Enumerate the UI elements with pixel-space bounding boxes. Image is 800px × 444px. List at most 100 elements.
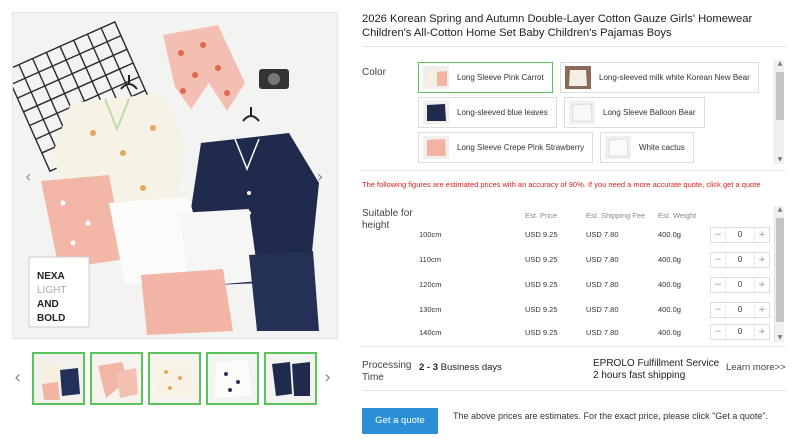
main-product-image: NEXA LIGHT AND BOLD ‹ › (12, 12, 338, 339)
decrement-button[interactable]: − (711, 305, 725, 315)
quantity-input[interactable]: 0 (725, 228, 755, 242)
thumbnail-3[interactable] (148, 352, 201, 405)
get-quote-button[interactable]: Get a quote (362, 408, 438, 434)
scroll-up-icon[interactable]: ▲ (775, 206, 785, 214)
decrement-button[interactable]: − (711, 280, 725, 290)
thumbnail-strip: ‹ › (12, 352, 338, 408)
row-shipping: USD 7.80 (586, 305, 619, 314)
row-weight: 400.0g (658, 328, 681, 337)
divider (362, 170, 786, 171)
color-option-crepe-pink-strawberry[interactable]: Long Sleeve Crepe Pink Strawberry (418, 132, 594, 163)
next-image-button[interactable]: › (317, 169, 323, 185)
increment-button[interactable]: + (755, 327, 769, 337)
row-height: 120cm (419, 280, 442, 289)
row-weight: 400.0g (658, 280, 681, 289)
thumbs-prev-button[interactable]: ‹ (14, 369, 21, 387)
svg-text:AND: AND (37, 299, 59, 310)
row-shipping: USD 7.80 (586, 328, 619, 337)
product-title: 2026 Korean Spring and Autumn Double-Lay… (362, 13, 753, 39)
divider (362, 390, 786, 391)
row-price: USD 9.25 (525, 230, 558, 239)
color-option-balloon-bear[interactable]: Long Sleeve Balloon Bear (564, 97, 705, 128)
row-shipping: USD 7.80 (586, 255, 619, 264)
quantity-stepper[interactable]: − 0 + (710, 324, 770, 340)
row-shipping: USD 7.80 (586, 230, 619, 239)
row-price: USD 9.25 (525, 255, 558, 264)
row-weight: 400.0g (658, 305, 681, 314)
processing-time-label: Processing Time (362, 360, 412, 383)
processing-time-value: 2 - 3 Business days (419, 362, 502, 374)
thumbnail-1-image (34, 354, 83, 403)
option-label: White cactus (639, 143, 685, 152)
estimate-notice: The following figures are estimated pric… (362, 180, 761, 189)
svg-text:LIGHT: LIGHT (37, 285, 66, 296)
row-price: USD 9.25 (525, 305, 558, 314)
decrement-button[interactable]: − (711, 327, 725, 337)
col-header-price: Est. Price (525, 211, 558, 220)
divider (362, 346, 786, 347)
row-weight: 400.0g (658, 230, 681, 239)
increment-button[interactable]: + (755, 230, 769, 240)
decrement-button[interactable]: − (711, 255, 725, 265)
quote-note: The above prices are estimates. For the … (453, 411, 769, 421)
prev-image-button[interactable]: ‹ (25, 169, 31, 185)
quantity-stepper[interactable]: − 0 + (710, 227, 770, 243)
option-thumbnail (423, 101, 449, 124)
quantity-input[interactable]: 0 (725, 278, 755, 292)
increment-button[interactable]: + (755, 255, 769, 265)
height-label: Suitable for height (362, 208, 413, 231)
option-label: Long Sleeve Crepe Pink Strawberry (457, 143, 585, 152)
increment-button[interactable]: + (755, 280, 769, 290)
row-height: 140cm (419, 328, 442, 337)
option-thumbnail (569, 101, 595, 124)
scroll-down-icon[interactable]: ▼ (775, 156, 785, 164)
processing-range: 2 - 3 (419, 362, 439, 373)
decrement-button[interactable]: − (711, 230, 725, 240)
option-label: Long Sleeve Pink Carrot (457, 73, 544, 82)
svg-text:NEXA: NEXA (37, 271, 65, 282)
thumbnail-1[interactable] (32, 352, 85, 405)
color-option-pink-carrot[interactable]: Long Sleeve Pink Carrot (418, 62, 553, 93)
option-label: Long-sleeved blue leaves (457, 108, 548, 117)
thumbnail-5-image (266, 354, 315, 403)
color-options-scrollbar[interactable]: ▲ ▼ (774, 60, 784, 164)
color-option-white-cactus[interactable]: White cactus (600, 132, 694, 163)
learn-more-link[interactable]: Learn more>> (726, 362, 786, 374)
product-photo: NEXA LIGHT AND BOLD (13, 13, 337, 338)
thumbnail-4[interactable] (206, 352, 259, 405)
divider (362, 46, 786, 47)
scroll-down-icon[interactable]: ▼ (775, 334, 785, 342)
thumbnail-4-image (208, 354, 257, 403)
col-header-shipping: Est. Shipping Fee (586, 211, 646, 220)
row-height: 130cm (419, 305, 442, 314)
thumbnail-2-image (92, 354, 141, 403)
thumbs-next-button[interactable]: › (324, 369, 331, 387)
fulfillment-service-name: EPROLO Fulfillment Service (593, 358, 720, 369)
row-price: USD 9.25 (525, 280, 558, 289)
quantity-stepper[interactable]: − 0 + (710, 277, 770, 293)
thumbnail-5[interactable] (264, 352, 317, 405)
quantity-input[interactable]: 0 (725, 325, 755, 339)
quantity-stepper[interactable]: − 0 + (710, 302, 770, 318)
fulfillment-service-desc: 2 hours fast shipping (593, 370, 686, 381)
row-price: USD 9.25 (525, 328, 558, 337)
size-table-scrollbar[interactable]: ▲ ▼ (774, 206, 784, 342)
option-thumbnail (565, 66, 591, 89)
scrollbar-thumb[interactable] (776, 72, 784, 120)
option-thumbnail (423, 136, 449, 159)
option-thumbnail (423, 66, 449, 89)
increment-button[interactable]: + (755, 305, 769, 315)
scrollbar-thumb[interactable] (776, 218, 784, 322)
thumbnail-3-image (150, 354, 199, 403)
color-option-blue-leaves[interactable]: Long-sleeved blue leaves (418, 97, 557, 128)
row-weight: 400.0g (658, 255, 681, 264)
thumbnail-2[interactable] (90, 352, 143, 405)
color-option-milk-white-bear[interactable]: Long-sleeved milk white Korean New Bear (560, 62, 759, 93)
quantity-input[interactable]: 0 (725, 303, 755, 317)
row-height: 100cm (419, 230, 442, 239)
scroll-up-icon[interactable]: ▲ (775, 60, 785, 68)
quantity-stepper[interactable]: − 0 + (710, 252, 770, 268)
quantity-input[interactable]: 0 (725, 253, 755, 267)
option-label: Long Sleeve Balloon Bear (603, 108, 696, 117)
option-thumbnail (605, 136, 631, 159)
